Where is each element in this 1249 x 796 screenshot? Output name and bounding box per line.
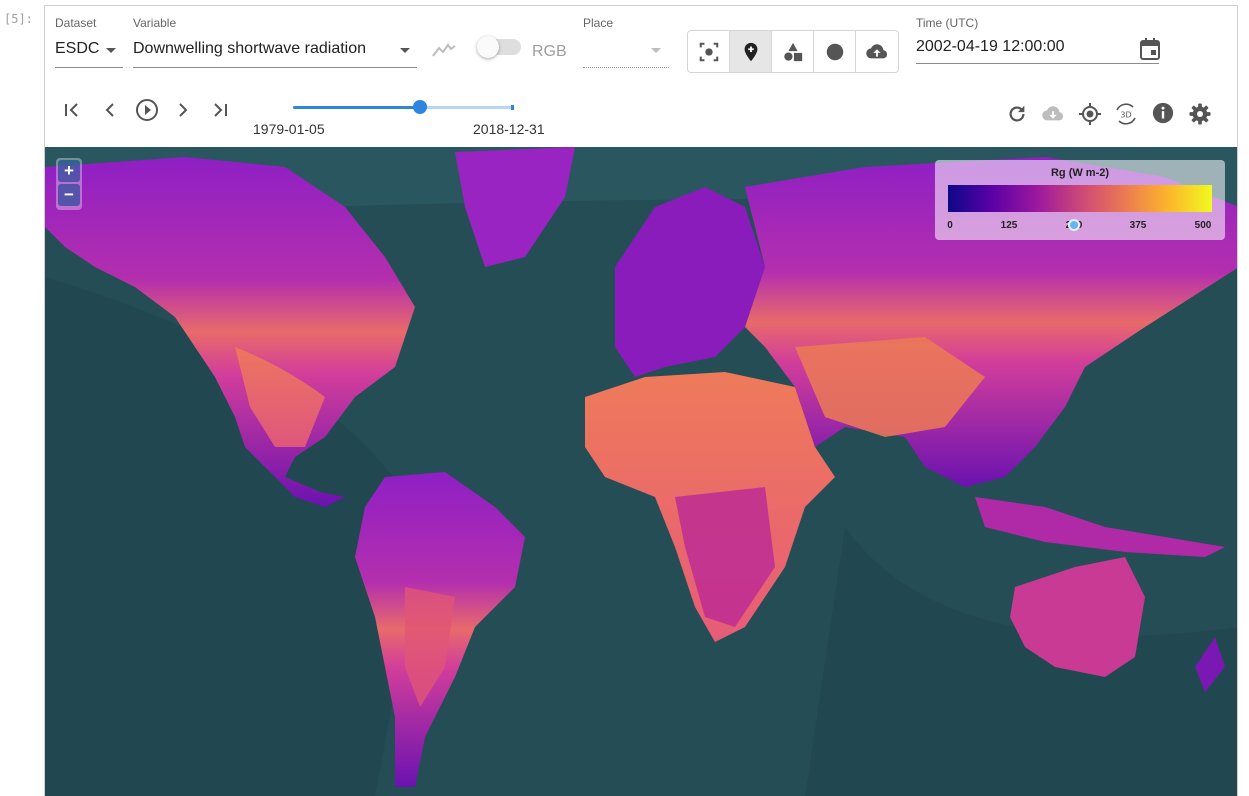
next-step-icon[interactable]	[172, 98, 194, 122]
my-location-icon[interactable]	[1077, 101, 1103, 127]
place-chevron-down-icon[interactable]	[651, 48, 661, 53]
3d-rotation-icon[interactable]: 3D	[1112, 100, 1140, 128]
dataset-chevron-down-icon[interactable]	[106, 48, 116, 53]
slider-start-date: 1979-01-05	[253, 121, 325, 137]
settings-gear-icon[interactable]	[1187, 101, 1213, 127]
calendar-icon[interactable]	[1137, 36, 1163, 62]
legend-tick: 375	[1129, 220, 1147, 231]
svg-text:3D: 3D	[1120, 111, 1131, 120]
time-slider-end-tick	[511, 105, 514, 110]
zoom-in-button[interactable]: +	[58, 160, 80, 182]
timeseries-chart-icon[interactable]	[431, 38, 457, 62]
time-underline	[916, 63, 1159, 64]
select-tool-button[interactable]	[688, 31, 730, 72]
legend-value-marker[interactable]	[1068, 219, 1080, 231]
play-icon[interactable]	[134, 97, 160, 123]
dataset-select[interactable]: ESDC	[55, 40, 99, 58]
legend-tick: 0	[947, 220, 953, 231]
add-location-icon	[744, 42, 757, 61]
variable-select[interactable]: Downwelling shortwave radiation	[133, 40, 366, 58]
variable-select-label: Variable	[133, 16, 177, 30]
legend-colorbar[interactable]	[948, 185, 1212, 212]
cell-prompt: [5]:	[4, 12, 33, 26]
legend-tick: 500	[1194, 220, 1212, 231]
rgb-label: RGB	[532, 43, 567, 60]
time-field-label: Time (UTC)	[916, 16, 979, 30]
zoom-out-button[interactable]: −	[58, 184, 80, 206]
slider-end-date: 2018-12-31	[473, 121, 545, 137]
variable-underline	[133, 67, 417, 68]
place-underline	[583, 67, 669, 68]
map-view[interactable]: + − Rg (W m-2) 0 125 250 375 500	[45, 147, 1237, 796]
point-tool-button[interactable]	[730, 31, 772, 72]
select-crosshair-icon	[699, 42, 718, 61]
first-step-icon[interactable]	[61, 98, 83, 122]
upload-tool-button[interactable]	[856, 31, 898, 72]
circle-tool-button[interactable]	[814, 31, 856, 72]
legend-tick: 125	[1000, 220, 1018, 231]
world-radiation-raster	[45, 147, 1237, 796]
zoom-control: + −	[56, 158, 82, 210]
colorbar-legend: Rg (W m-2) 0 125 250 375 500	[935, 160, 1225, 240]
dataset-underline	[55, 67, 123, 68]
cloud-upload-icon	[866, 43, 888, 58]
viewer-panel: Dataset ESDC Variable Downwelling shortw…	[44, 5, 1238, 796]
place-tool-group	[687, 30, 899, 73]
time-slider-fill	[293, 106, 421, 109]
place-select-label: Place	[583, 16, 614, 30]
dataset-select-label: Dataset	[55, 16, 97, 30]
rgb-toggle-knob[interactable]	[477, 36, 499, 58]
polygon-tool-button[interactable]	[772, 31, 814, 72]
refresh-icon[interactable]	[1005, 102, 1029, 126]
previous-step-icon[interactable]	[99, 98, 121, 122]
last-step-icon[interactable]	[209, 98, 231, 122]
time-field[interactable]: 2002-04-19 12:00:00	[916, 38, 1065, 56]
time-slider-thumb[interactable]	[413, 100, 427, 114]
info-icon[interactable]	[1151, 101, 1175, 125]
cloud-download-icon[interactable]	[1039, 102, 1067, 126]
legend-title: Rg (W m-2)	[1050, 167, 1110, 179]
circle-icon	[826, 43, 843, 60]
shapes-icon	[783, 42, 802, 61]
variable-chevron-down-icon[interactable]	[400, 48, 410, 53]
